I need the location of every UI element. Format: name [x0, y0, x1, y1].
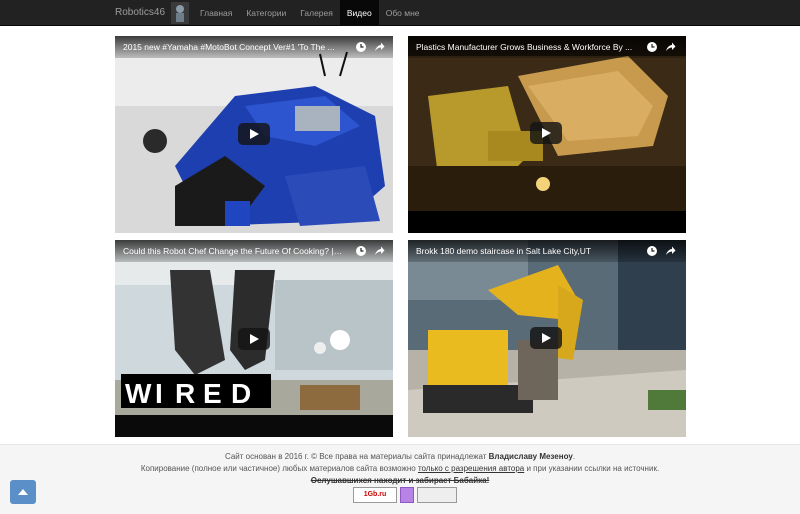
watch-later-icon[interactable]	[355, 245, 367, 257]
video-title[interactable]: Brokk 180 demo staircase in Salt Lake Ci…	[416, 240, 636, 262]
nav-about[interactable]: Обо мне	[379, 0, 427, 26]
watch-later-icon[interactable]	[646, 245, 658, 257]
nav-gallery[interactable]: Галерея	[293, 0, 340, 26]
main-nav: Главная Категории Галерея Видео Обо мне	[193, 0, 427, 26]
svg-text:I: I	[155, 378, 163, 409]
svg-text:E: E	[203, 378, 222, 409]
author-permission-link[interactable]: только с разрешения автора	[418, 464, 524, 473]
share-icon[interactable]	[664, 41, 676, 53]
hosting-counter-badge[interactable]: 1Gb.ru	[353, 487, 397, 503]
svg-text:D: D	[231, 378, 251, 409]
watch-later-icon[interactable]	[646, 41, 658, 53]
footer-copy-notice: Копирование (полное или частичное) любых…	[140, 464, 660, 473]
nav-video[interactable]: Видео	[339, 0, 379, 26]
video-embed-3[interactable]: WIRED Could this Robot Chef Change the F…	[115, 240, 393, 437]
video-embed-2[interactable]: Plastics Manufacturer Grows Business & W…	[408, 36, 686, 233]
play-button[interactable]	[530, 122, 562, 144]
footer-copyright: Сайт основан в 2016 г. © Все права на ма…	[224, 452, 576, 461]
author-name: Владиславу Мезеноу	[488, 452, 573, 461]
nav-home[interactable]: Главная	[193, 0, 239, 26]
video-embed-1[interactable]: 2015 new #Yamaha #MotoBot Concept Ver#1 …	[115, 36, 393, 233]
brand-logo-text[interactable]: Robotics46	[115, 0, 165, 26]
stats-counter-badge[interactable]	[400, 487, 414, 503]
video-embed-4[interactable]: Brokk 180 demo staircase in Salt Lake Ci…	[408, 240, 686, 437]
footer: Сайт основан в 2016 г. © Все права на ма…	[0, 444, 800, 514]
play-button[interactable]	[530, 327, 562, 349]
svg-text:R: R	[175, 378, 195, 409]
navbar: Robotics46 Главная Категории Галерея Вид…	[0, 0, 800, 26]
scroll-to-top-button[interactable]	[10, 480, 36, 504]
play-button[interactable]	[238, 123, 270, 145]
video-title[interactable]: Plastics Manufacturer Grows Business & W…	[416, 36, 636, 58]
video-title[interactable]: 2015 new #Yamaha #MotoBot Concept Ver#1 …	[123, 36, 343, 58]
nav-categories[interactable]: Категории	[239, 0, 293, 26]
counter-badges: 1Gb.ru	[353, 487, 457, 503]
watch-later-icon[interactable]	[355, 41, 367, 53]
share-icon[interactable]	[373, 41, 385, 53]
footer-warning: Ослушавшихся находит и забирает Бабайка!	[310, 476, 490, 485]
share-icon[interactable]	[664, 245, 676, 257]
robot-avatar-icon	[171, 2, 189, 24]
visits-counter-badge[interactable]	[417, 487, 457, 503]
share-icon[interactable]	[373, 245, 385, 257]
svg-text:W: W	[125, 378, 152, 409]
play-button[interactable]	[238, 328, 270, 350]
video-title[interactable]: Could this Robot Chef Change the Future …	[123, 240, 343, 262]
